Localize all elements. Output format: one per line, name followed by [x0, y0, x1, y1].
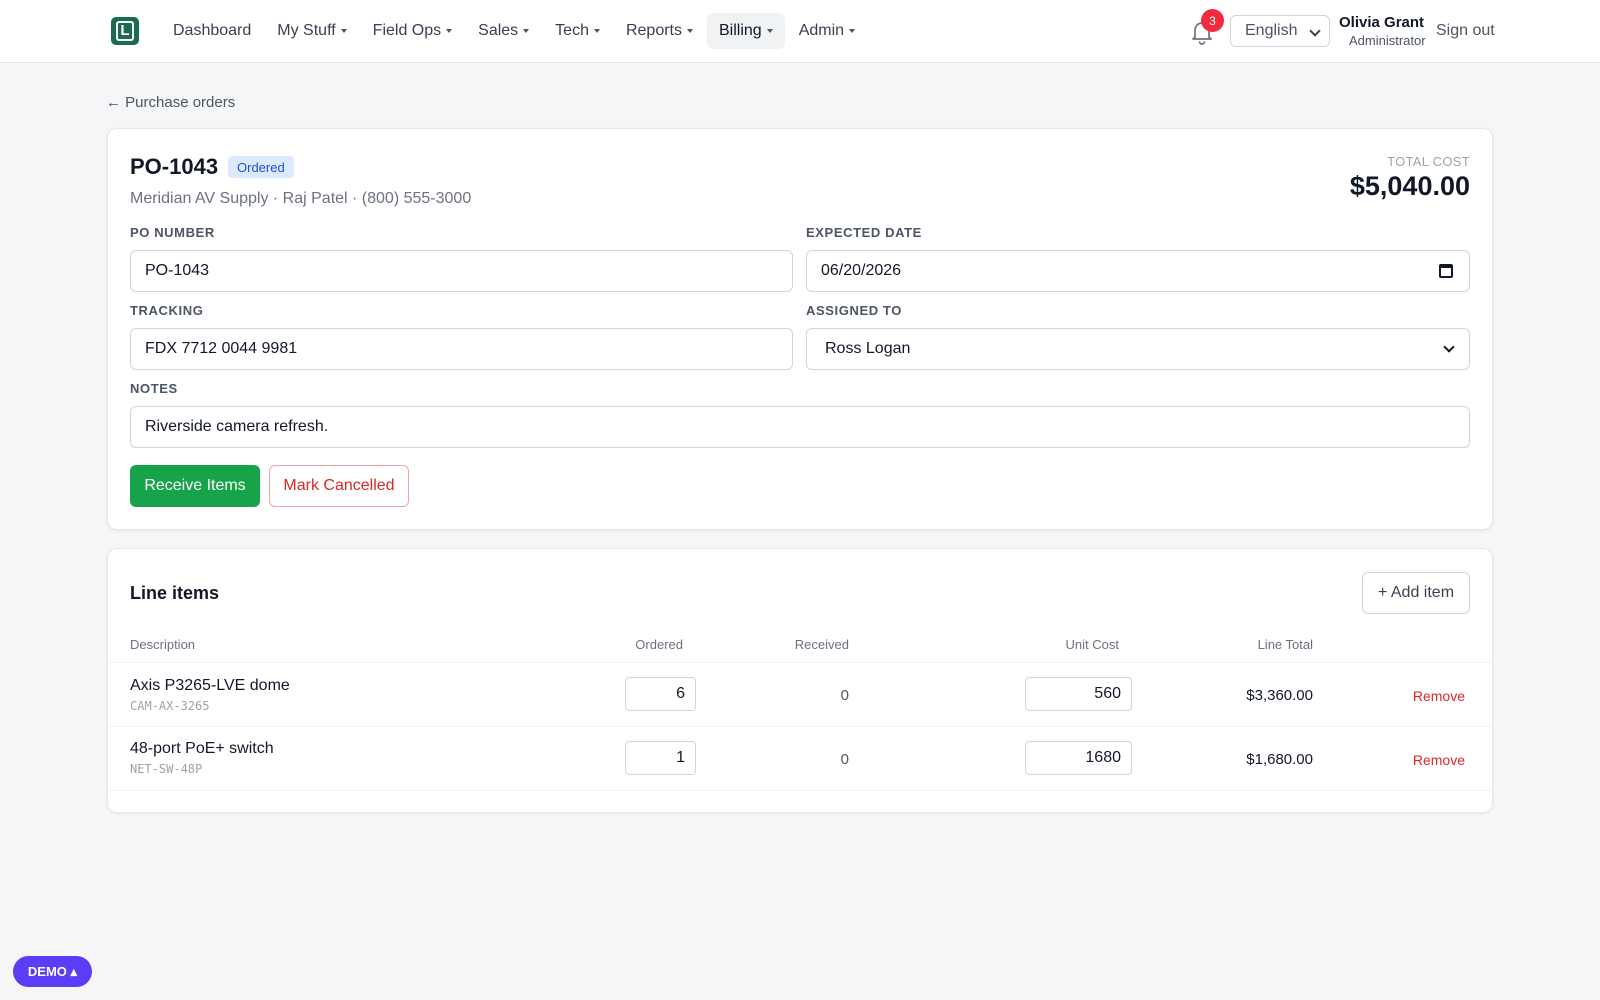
nav-my-stuff[interactable]: My Stuff: [265, 13, 358, 49]
chevron-down-icon: [1443, 341, 1455, 353]
nav-sales[interactable]: Sales: [466, 13, 541, 49]
total-cost-label: TOTAL COST: [1387, 154, 1470, 169]
line-total: $3,360.00: [1246, 687, 1313, 704]
nav-admin[interactable]: Admin: [787, 13, 867, 49]
column-header-received: Received: [794, 637, 849, 652]
column-header-ordered: Ordered: [635, 637, 683, 652]
nav-reports[interactable]: Reports: [614, 13, 705, 49]
app-logo[interactable]: L: [111, 17, 139, 45]
item-sku: NET-SW-48P: [130, 762, 203, 776]
received-qty: 0: [840, 751, 849, 768]
po-number-input[interactable]: PO-1043: [130, 250, 793, 292]
column-header-unit-cost: Unit Cost: [1065, 637, 1119, 652]
vendor-info: Meridian AV Supply · Raj Patel · (800) 5…: [130, 190, 472, 207]
row-divider: [108, 662, 1492, 663]
ordered-qty-input[interactable]: 6: [625, 677, 696, 711]
chevron-down-icon: [1309, 25, 1321, 37]
mark-cancelled-button[interactable]: Mark Cancelled: [269, 465, 409, 507]
caret-down-icon: [340, 29, 347, 33]
assigned-to-select[interactable]: Ross Logan: [806, 328, 1470, 370]
main-nav: Dashboard My Stuff Field Ops Sales Tech …: [161, 13, 867, 49]
caret-down-icon: [523, 29, 530, 33]
remove-item-link[interactable]: Remove: [1408, 752, 1465, 768]
total-cost-value: $5,040.00: [1349, 171, 1470, 201]
tracking-input[interactable]: FDX 7712 0044 9981: [130, 328, 793, 370]
caret-down-icon: [593, 29, 600, 33]
unit-cost-input[interactable]: 560: [1025, 677, 1132, 711]
row-divider: [108, 726, 1492, 727]
calendar-icon[interactable]: [1439, 264, 1453, 278]
column-header-description: Description: [130, 637, 196, 652]
line-items-title: Line items: [130, 583, 220, 603]
line-total: $1,680.00: [1246, 751, 1313, 768]
language-select[interactable]: English: [1230, 15, 1330, 47]
nav-dashboard[interactable]: Dashboard: [161, 13, 263, 49]
add-item-button[interactable]: + Add item: [1362, 572, 1470, 614]
page-title: PO-1043: [130, 154, 219, 179]
item-sku: CAM-AX-3265: [130, 699, 210, 713]
notification-count-badge: 3: [1201, 9, 1224, 32]
top-navbar: L Dashboard My Stuff Field Ops Sales Tec…: [0, 0, 1600, 63]
nav-field-ops[interactable]: Field Ops: [361, 13, 464, 49]
item-description: Axis P3265-LVE dome: [130, 677, 290, 694]
unit-cost-input[interactable]: 1680: [1025, 741, 1132, 775]
caret-down-icon: [766, 29, 773, 33]
language-value: English: [1245, 22, 1298, 39]
back-to-purchase-orders-link[interactable]: ← Purchase orders: [106, 94, 235, 111]
logo-letter: L: [116, 21, 134, 41]
user-name: Olivia Grant: [1339, 14, 1425, 31]
notes-input[interactable]: Riverside camera refresh.: [130, 406, 1470, 448]
caret-down-icon: [446, 29, 453, 33]
po-number-label: PO NUMBER: [130, 225, 215, 240]
demo-toggle-button[interactable]: DEMO ▴: [13, 956, 92, 987]
line-items-card: Line items + Add item Description Ordere…: [107, 548, 1493, 813]
notes-label: NOTES: [130, 381, 178, 396]
tracking-label: TRACKING: [130, 303, 204, 318]
caret-down-icon: [687, 29, 693, 33]
nav-billing[interactable]: Billing: [707, 13, 785, 49]
expected-date-input[interactable]: 06/20/2026: [806, 250, 1470, 292]
ordered-qty-input[interactable]: 1: [625, 741, 696, 775]
remove-item-link[interactable]: Remove: [1408, 688, 1465, 704]
user-role: Administrator: [1349, 33, 1426, 48]
receive-items-button[interactable]: Receive Items: [130, 465, 260, 507]
column-header-line-total: Line Total: [1257, 637, 1313, 652]
expected-date-label: EXPECTED DATE: [806, 225, 922, 240]
received-qty: 0: [840, 687, 849, 704]
caret-down-icon: [849, 29, 856, 33]
sign-out-link[interactable]: Sign out: [1436, 22, 1495, 40]
po-detail-card: PO-1043 Ordered Meridian AV Supply · Raj…: [107, 128, 1493, 530]
assigned-to-label: ASSIGNED TO: [806, 303, 902, 318]
status-badge: Ordered: [228, 156, 294, 178]
nav-tech[interactable]: Tech: [543, 13, 612, 49]
item-description: 48-port PoE+ switch: [130, 740, 274, 757]
row-divider: [108, 790, 1492, 791]
